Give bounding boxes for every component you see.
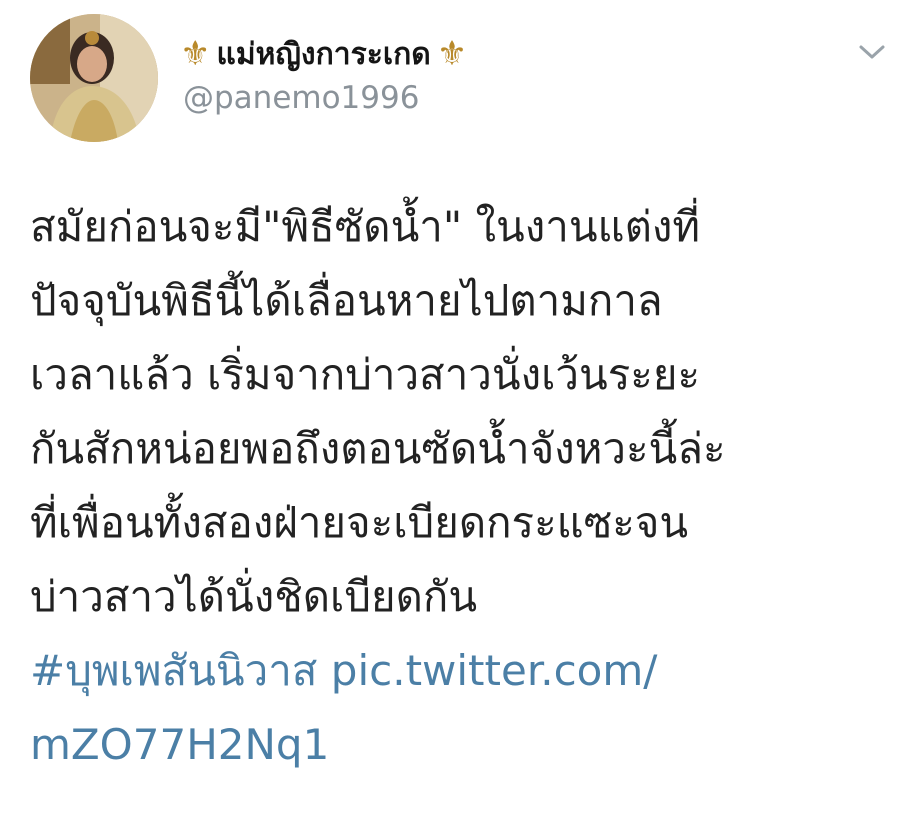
fleur-de-lis-icon: ⚜ <box>436 34 468 74</box>
fleur-de-lis-icon: ⚜ <box>180 34 211 74</box>
tweet-links-row: mZO77H2Nq1 <box>30 708 890 782</box>
tweet-text: สมัยก่อนจะมี"พิธีซัดน้ำ" ในงานแต่งที่ ปั… <box>30 190 890 782</box>
display-name-row[interactable]: ⚜ แม่หญิงการะเกด ⚜ <box>180 30 467 78</box>
tweet-text-line: บ่าวสาวได้นั่งชิดเบียดกัน <box>30 572 478 621</box>
tweet-text-line: ปัจจุบันพิธีนี้ได้เลื่อนหายไปตามกาล <box>30 276 663 325</box>
tweet-text-line: ที่เพื่อนทั้งสองฝ่ายจะเบียดกระแซะจน <box>30 498 689 547</box>
tweet-links-row: #บุพเพสันนิวาส pic.twitter.com/ <box>30 634 890 708</box>
tweet-text-line: สมัยก่อนจะมี"พิธีซัดน้ำ" ในงานแต่งที่ <box>30 202 701 251</box>
tweet-card: ⚜ แม่หญิงการะเกด ⚜ @panemo1996 สมัยก่อนจ… <box>0 0 919 829</box>
pic-link-continued[interactable]: mZO77H2Nq1 <box>30 720 329 769</box>
hashtag-link[interactable]: #บุพเพสันนิวาส <box>30 646 317 695</box>
avatar-image <box>30 14 158 142</box>
display-name[interactable]: แม่หญิงการะเกด <box>216 31 430 78</box>
chevron-down-icon[interactable] <box>856 40 888 64</box>
tweet-text-line: กันสักหน่อยพอถึงตอนซัดน้ำจังหวะนี้ล่ะ <box>30 424 726 473</box>
pic-link[interactable]: pic.twitter.com/ <box>331 646 658 695</box>
avatar[interactable] <box>30 14 158 142</box>
user-handle[interactable]: @panemo1996 <box>183 80 419 116</box>
tweet-text-line: เวลาแล้ว เริ่มจากบ่าวสาวนั่งเว้นระยะ <box>30 350 701 399</box>
